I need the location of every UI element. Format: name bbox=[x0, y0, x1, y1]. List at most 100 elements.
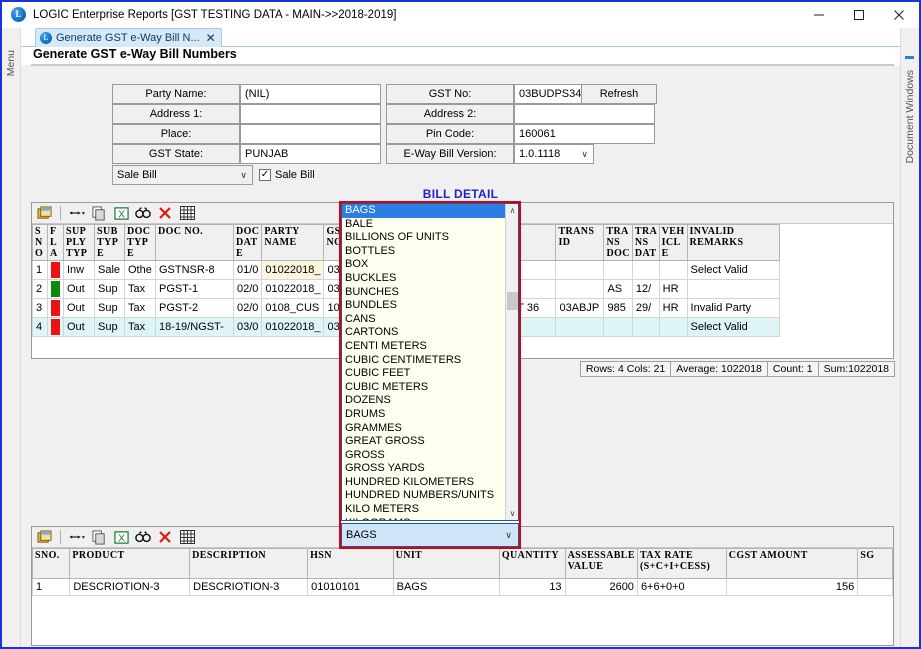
unit-dropdown-item[interactable]: HUNDRED KILOMETERS bbox=[342, 476, 505, 490]
panel-icon[interactable] bbox=[36, 205, 52, 221]
col-party-name[interactable]: PARTY NAME bbox=[261, 224, 325, 261]
col-product[interactable]: PRODUCT bbox=[69, 548, 191, 579]
dropdown-scrollbar-thumb[interactable] bbox=[507, 292, 518, 310]
menu-strip-label: Menu bbox=[5, 50, 17, 77]
tab-generate-eway-bill[interactable]: L Generate GST e-Way Bill N... ✕ bbox=[35, 28, 222, 47]
unit-dropdown-item[interactable]: GROSS bbox=[342, 449, 505, 463]
col-sgst-amount[interactable]: SG bbox=[857, 548, 893, 579]
unit-dropdown-item[interactable]: CANS bbox=[342, 313, 505, 327]
find-icon[interactable] bbox=[135, 529, 151, 545]
scroll-up-arrow-icon[interactable]: ∧ bbox=[506, 204, 518, 217]
tab-close-icon[interactable]: ✕ bbox=[206, 31, 216, 45]
unit-dropdown-item[interactable]: BALE bbox=[342, 218, 505, 232]
col-hsn[interactable]: HSN bbox=[307, 548, 394, 579]
form-row: GST State: PUNJAB E-Way Bill Version: 1.… bbox=[112, 144, 657, 164]
field-gst-state[interactable]: PUNJAB bbox=[240, 144, 381, 164]
col-invalid-remarks[interactable]: INVALID REMARKS bbox=[686, 224, 780, 261]
unit-dropdown-field[interactable]: BAGS ∨ bbox=[341, 523, 519, 547]
unit-dropdown-item[interactable]: BUNDLES bbox=[342, 299, 505, 313]
unit-dropdown-item[interactable]: DOZENS bbox=[342, 394, 505, 408]
unit-dropdown-item[interactable]: BUNCHES bbox=[342, 286, 505, 300]
close-icon[interactable] bbox=[879, 2, 919, 28]
label-address-1: Address 1: bbox=[112, 104, 240, 124]
copy-icon[interactable] bbox=[91, 529, 107, 545]
unit-dropdown-item[interactable]: CARTONS bbox=[342, 326, 505, 340]
field-pin-code[interactable]: 160061 bbox=[514, 124, 655, 144]
cell-assessable-value: 2600 bbox=[564, 578, 638, 596]
menu-side-strip[interactable]: Menu bbox=[2, 28, 21, 647]
checkbox-sale-bill[interactable]: ✓ Sale Bill bbox=[259, 169, 315, 181]
col-quantity[interactable]: QUANTITY bbox=[498, 548, 566, 579]
chevron-down-icon: ∨ bbox=[240, 169, 247, 180]
col-supply-type[interactable]: SUP PLY TYP bbox=[63, 224, 95, 261]
unit-dropdown-item[interactable]: CUBIC CENTIMETERS bbox=[342, 354, 505, 368]
delete-icon[interactable] bbox=[157, 205, 173, 221]
col-unit[interactable]: UNIT bbox=[392, 548, 500, 579]
unit-dropdown-item[interactable]: GREAT GROSS bbox=[342, 435, 505, 449]
unit-dropdown-item[interactable]: BUCKLES bbox=[342, 272, 505, 286]
unit-dropdown-item[interactable]: BAGS bbox=[342, 204, 505, 218]
col-assessable-value[interactable]: ASSESSABLE VALUE bbox=[564, 548, 638, 579]
product-detail-grid-wrapper[interactable]: SNO. PRODUCT DESCRIPTION HSN UNIT QUANTI… bbox=[32, 548, 893, 645]
cell-docno: PGST-1 bbox=[155, 279, 234, 299]
col-sno[interactable]: S N O bbox=[32, 224, 48, 261]
unit-dropdown-item[interactable]: DRUMS bbox=[342, 408, 505, 422]
col-trans-doc[interactable]: TRA NS DOC bbox=[603, 224, 633, 261]
copy-icon[interactable] bbox=[91, 205, 107, 221]
select-eway-bill-version[interactable]: 1.0.1118 ∨ bbox=[514, 144, 594, 164]
col-trans-id[interactable]: TRANS ID bbox=[555, 224, 605, 261]
col-doc-no[interactable]: DOC NO. bbox=[155, 224, 234, 261]
unit-dropdown-item[interactable]: KILO METERS bbox=[342, 503, 505, 517]
unit-dropdown-item[interactable]: BOX bbox=[342, 258, 505, 272]
col-sub-type[interactable]: SUB TYP E bbox=[94, 224, 125, 261]
find-icon[interactable] bbox=[135, 205, 151, 221]
col-trans-dat[interactable]: TRA NS DAT bbox=[631, 224, 660, 261]
unit-dropdown-item[interactable]: HUNDRED NUMBERS/UNITS bbox=[342, 489, 505, 503]
move-columns-icon[interactable] bbox=[69, 529, 85, 545]
col-doc-type[interactable]: DOC TYP E bbox=[124, 224, 156, 261]
unit-dropdown-item[interactable]: CENTI METERS bbox=[342, 340, 505, 354]
col-tax-rate[interactable]: TAX RATE (S+C+I+CESS) bbox=[636, 548, 727, 579]
unit-dropdown-item[interactable]: GRAMMES bbox=[342, 422, 505, 436]
cell-doctype: Tax bbox=[124, 279, 156, 299]
unit-dropdown-scrollbar[interactable]: ∧ ∨ bbox=[505, 204, 518, 520]
scroll-down-arrow-icon[interactable]: ∨ bbox=[506, 507, 518, 520]
col-flag[interactable]: F L A bbox=[47, 224, 64, 261]
field-address-1[interactable] bbox=[240, 104, 381, 124]
unit-dropdown-item[interactable]: CUBIC FEET bbox=[342, 367, 505, 381]
col-description[interactable]: DESCRIPTION bbox=[189, 548, 309, 579]
unit-dropdown-item[interactable]: BILLIONS OF UNITS bbox=[342, 231, 505, 245]
unit-dropdown[interactable]: BAGS BALE BILLIONS OF UNITS BOTTLES BOX BUCKL… bbox=[339, 201, 521, 549]
excel-export-icon[interactable]: X bbox=[113, 205, 129, 221]
unit-dropdown-item[interactable]: KILOGRAMS bbox=[342, 517, 505, 520]
refresh-button[interactable]: Refresh bbox=[581, 84, 657, 104]
col-doc-date[interactable]: DOC DAT E bbox=[232, 224, 263, 261]
delete-icon[interactable] bbox=[157, 529, 173, 545]
field-place[interactable] bbox=[240, 124, 381, 144]
grid-icon[interactable] bbox=[179, 205, 195, 221]
col-vehicle[interactable]: VEH ICL E bbox=[658, 224, 688, 261]
select-bill-type[interactable]: Sale Bill ∨ bbox=[112, 165, 253, 185]
table-row[interactable]: 1 DESCRIOTION-3 DESCRIOTION-3 01010101 B… bbox=[32, 578, 893, 596]
cell-party: 01022018_ bbox=[261, 279, 325, 299]
panel-icon[interactable] bbox=[36, 529, 52, 545]
col-cgst-amount[interactable]: CGST AMOUNT bbox=[725, 548, 859, 579]
field-party-name[interactable]: (NIL) bbox=[240, 84, 381, 104]
cell-unit[interactable]: BAGS bbox=[392, 578, 500, 596]
toolbar-separator bbox=[60, 206, 61, 220]
move-columns-icon[interactable] bbox=[69, 205, 85, 221]
unit-dropdown-item[interactable]: BOTTLES bbox=[342, 245, 505, 259]
minimize-icon[interactable] bbox=[799, 2, 839, 28]
document-windows-side-strip[interactable]: Document Windows bbox=[900, 28, 919, 647]
unit-dropdown-list[interactable]: BAGS BALE BILLIONS OF UNITS BOTTLES BOX BUCKL… bbox=[341, 203, 519, 521]
field-address-2[interactable] bbox=[514, 104, 655, 124]
unit-dropdown-item[interactable]: GROSS YARDS bbox=[342, 462, 505, 476]
grid-icon[interactable] bbox=[179, 529, 195, 545]
unit-dropdown-item[interactable]: CUBIC METERS bbox=[342, 381, 505, 395]
cell-docdate: 01/0 bbox=[232, 260, 263, 280]
col-sno[interactable]: SNO. bbox=[32, 548, 71, 579]
tab-label: Generate GST e-Way Bill N... bbox=[56, 32, 200, 44]
cell-remarks bbox=[686, 279, 780, 299]
maximize-icon[interactable] bbox=[839, 2, 879, 28]
excel-export-icon[interactable]: X bbox=[113, 529, 129, 545]
